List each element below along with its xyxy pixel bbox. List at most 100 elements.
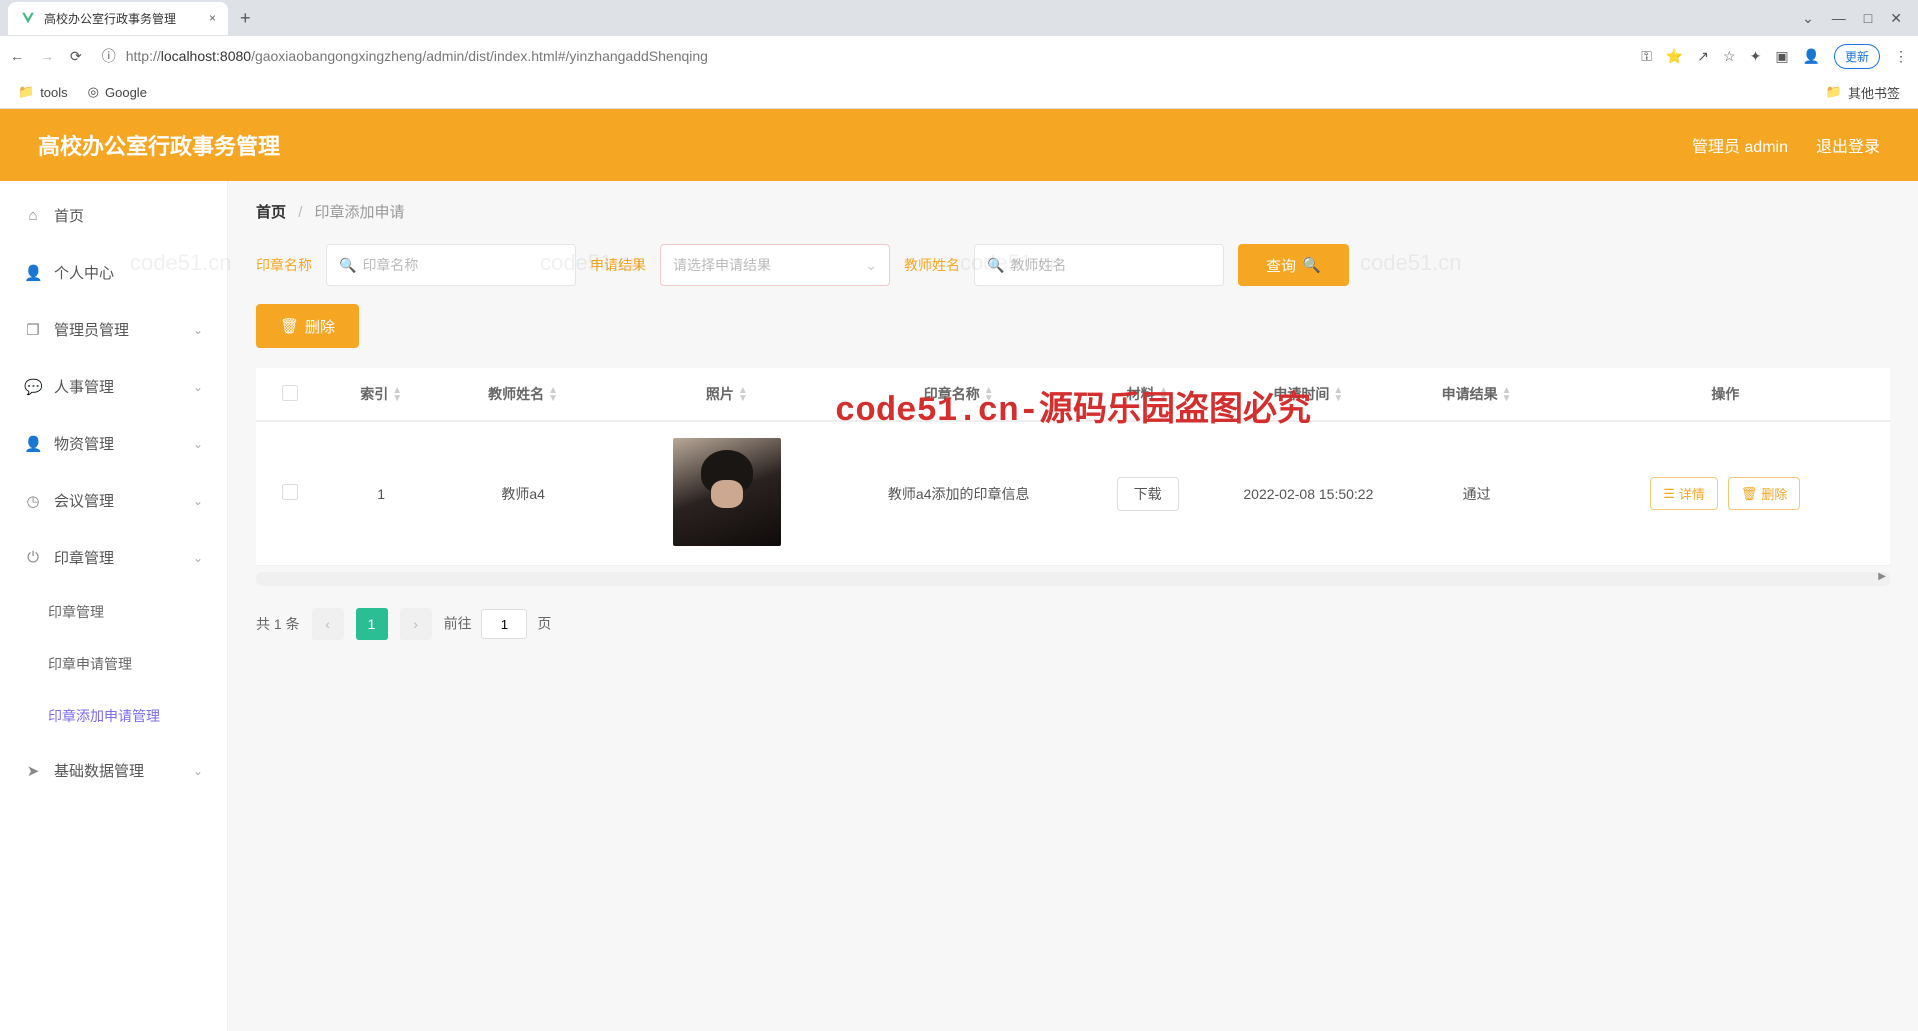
chevron-down-icon: ⌄ (193, 323, 203, 337)
site-info-icon[interactable]: ⓘ (102, 46, 118, 66)
sidebar-item-home[interactable]: ⌂ 首页 (0, 187, 227, 244)
sort-icon: ▲▼ (1333, 387, 1343, 403)
share-icon[interactable]: ↗ (1697, 48, 1709, 65)
batch-delete-button[interactable]: 🗑 删除 (256, 304, 359, 348)
cell-material: 下载 (1071, 421, 1224, 566)
maximize-icon[interactable]: □ (1864, 10, 1872, 27)
sidebar-item-hr[interactable]: 💬 人事管理 ⌄ (0, 358, 227, 415)
user-icon: 👤 (24, 264, 42, 282)
vue-favicon-icon (20, 10, 36, 26)
layout: ⌂ 首页 👤 个人中心 ❐ 管理员管理 ⌄ 💬 人事管理 ⌄ 👤 物资管理 ⌄ … (0, 181, 1918, 1031)
extensions-icon[interactable]: ✦ (1750, 48, 1762, 65)
avatar[interactable] (673, 438, 781, 546)
row-delete-button[interactable]: 🗑删除 (1728, 477, 1801, 510)
chevron-down-icon: ⌄ (193, 380, 203, 394)
addr-right-icons: ⚿ ⭐ ↗ ☆ ✦ ▣ 👤 更新 ⋮ (1641, 44, 1908, 69)
chevron-down-icon: ⌄ (193, 437, 203, 451)
header-right: 管理员 admin 退出登录 (1692, 133, 1880, 157)
browser-chrome: 高校办公室行政事务管理 × + ⌄ — □ ✕ ← → ⟳ ⓘ http://l… (0, 0, 1918, 109)
search-icon: 🔍 (339, 257, 356, 274)
col-index[interactable]: 索引▲▼ (323, 368, 439, 421)
new-tab-button[interactable]: + (228, 8, 263, 29)
url-input[interactable]: ⓘ http://localhost:8080/gaoxiaobangongxi… (94, 42, 1629, 70)
panel-icon[interactable]: ▣ (1775, 48, 1788, 65)
sidebar-sub-seal-add-apply[interactable]: 印章添加申请管理 (0, 690, 227, 742)
sidebar-sub-seal-apply[interactable]: 印章申请管理 (0, 638, 227, 690)
sidebar-item-label: 物资管理 (54, 433, 114, 454)
apply-result-select[interactable]: 请选择申请结果 ⌄ (660, 244, 890, 286)
cell-seal-name: 教师a4添加的印章信息 (847, 421, 1071, 566)
user-label[interactable]: 管理员 admin (1692, 133, 1788, 157)
home-icon: ⌂ (24, 207, 42, 224)
col-teacher[interactable]: 教师姓名▲▼ (439, 368, 607, 421)
page-jump-input[interactable] (481, 609, 527, 639)
breadcrumb-home[interactable]: 首页 (256, 204, 286, 221)
sidebar-item-meeting[interactable]: ◷ 会议管理 ⌄ (0, 472, 227, 529)
select-all-checkbox[interactable] (282, 385, 298, 401)
trash-icon: 🗑 (1741, 486, 1758, 502)
sidebar-item-label: 会议管理 (54, 490, 114, 511)
sidebar-item-label: 管理员管理 (54, 319, 129, 340)
bookmark-tools[interactable]: 📁tools (18, 84, 68, 100)
col-apply-result[interactable]: 申请结果▲▼ (1393, 368, 1561, 421)
prev-page-button[interactable]: ‹ (312, 608, 344, 640)
cell-index: 1 (323, 421, 439, 566)
close-window-icon[interactable]: ✕ (1890, 10, 1902, 27)
sidebar-item-seal[interactable]: ⏻ 印章管理 ⌄ (0, 529, 227, 586)
cell-actions: ☰详情 🗑删除 (1561, 421, 1890, 566)
row-checkbox[interactable] (282, 484, 298, 500)
send-icon: ➤ (24, 762, 42, 780)
teacher-name-input[interactable]: 🔍 教师姓名 (974, 244, 1224, 286)
col-apply-time[interactable]: 申请时间▲▼ (1224, 368, 1392, 421)
next-page-button[interactable]: › (400, 608, 432, 640)
bookmarks-bar: 📁tools ◎Google 📁其他书签 (0, 76, 1918, 108)
horizontal-scrollbar[interactable] (256, 572, 1890, 586)
sidebar-item-label: 基础数据管理 (54, 760, 144, 781)
page-jump: 前往 页 (444, 609, 552, 639)
placeholder-text: 印章名称 (362, 255, 418, 275)
power-icon: ⏻ (24, 549, 42, 566)
col-material[interactable]: 材料▲▼ (1071, 368, 1224, 421)
data-table: 索引▲▼ 教师姓名▲▼ 照片▲▼ 印章名称▲▼ 材料▲▼ 申请时间▲▼ 申请结果… (256, 368, 1890, 566)
download-button[interactable]: 下载 (1117, 477, 1179, 511)
browser-tab[interactable]: 高校办公室行政事务管理 × (8, 2, 228, 35)
sidebar-item-label: 首页 (54, 205, 84, 226)
query-button[interactable]: 查询 🔍 (1238, 244, 1349, 286)
window-controls: ⌄ — □ ✕ (1786, 10, 1918, 27)
bookmark-other[interactable]: 📁其他书签 (1826, 83, 1900, 102)
forward-icon[interactable]: → (40, 48, 54, 64)
cell-apply-result: 通过 (1393, 421, 1561, 566)
main-content: 首页 / 印章添加申请 印章名称 🔍 印章名称 申请结果 请选择申请结果 ⌄ 教… (228, 181, 1918, 1031)
update-button[interactable]: 更新 (1834, 44, 1880, 69)
sidebar-item-admin[interactable]: ❐ 管理员管理 ⌄ (0, 301, 227, 358)
sidebar-item-basedata[interactable]: ➤ 基础数据管理 ⌄ (0, 742, 227, 799)
back-icon[interactable]: ← (10, 48, 24, 64)
seal-name-input[interactable]: 🔍 印章名称 (326, 244, 576, 286)
col-photo[interactable]: 照片▲▼ (607, 368, 846, 421)
close-tab-icon[interactable]: × (209, 11, 216, 25)
sidebar-item-profile[interactable]: 👤 个人中心 (0, 244, 227, 301)
teacher-name-label: 教师姓名 (904, 255, 960, 275)
sidebar-item-material[interactable]: 👤 物资管理 ⌄ (0, 415, 227, 472)
logout-link[interactable]: 退出登录 (1816, 133, 1880, 157)
minimize-icon[interactable]: — (1832, 10, 1846, 27)
translate-icon[interactable]: ⭐ (1666, 48, 1683, 65)
key-icon[interactable]: ⚿ (1641, 48, 1652, 65)
detail-button[interactable]: ☰详情 (1650, 477, 1718, 510)
sort-icon: ▲▼ (392, 387, 402, 403)
col-seal-name[interactable]: 印章名称▲▼ (847, 368, 1071, 421)
col-checkbox (256, 368, 323, 421)
cell-photo (607, 421, 846, 566)
profile-icon[interactable]: 👤 (1803, 48, 1820, 65)
reload-icon[interactable]: ⟳ (70, 48, 82, 65)
dropdown-icon[interactable]: ⌄ (1802, 10, 1814, 27)
menu-icon[interactable]: ⋮ (1894, 48, 1908, 65)
page-number-current[interactable]: 1 (356, 608, 388, 640)
bookmark-google[interactable]: ◎Google (88, 84, 147, 100)
breadcrumb-current: 印章添加申请 (315, 204, 405, 221)
total-count: 共 1 条 (256, 614, 300, 634)
bookmark-icon[interactable]: ☆ (1723, 48, 1736, 65)
seal-name-label: 印章名称 (256, 255, 312, 275)
app-header: 高校办公室行政事务管理 管理员 admin 退出登录 (0, 109, 1918, 181)
sidebar-sub-seal-manage[interactable]: 印章管理 (0, 586, 227, 638)
